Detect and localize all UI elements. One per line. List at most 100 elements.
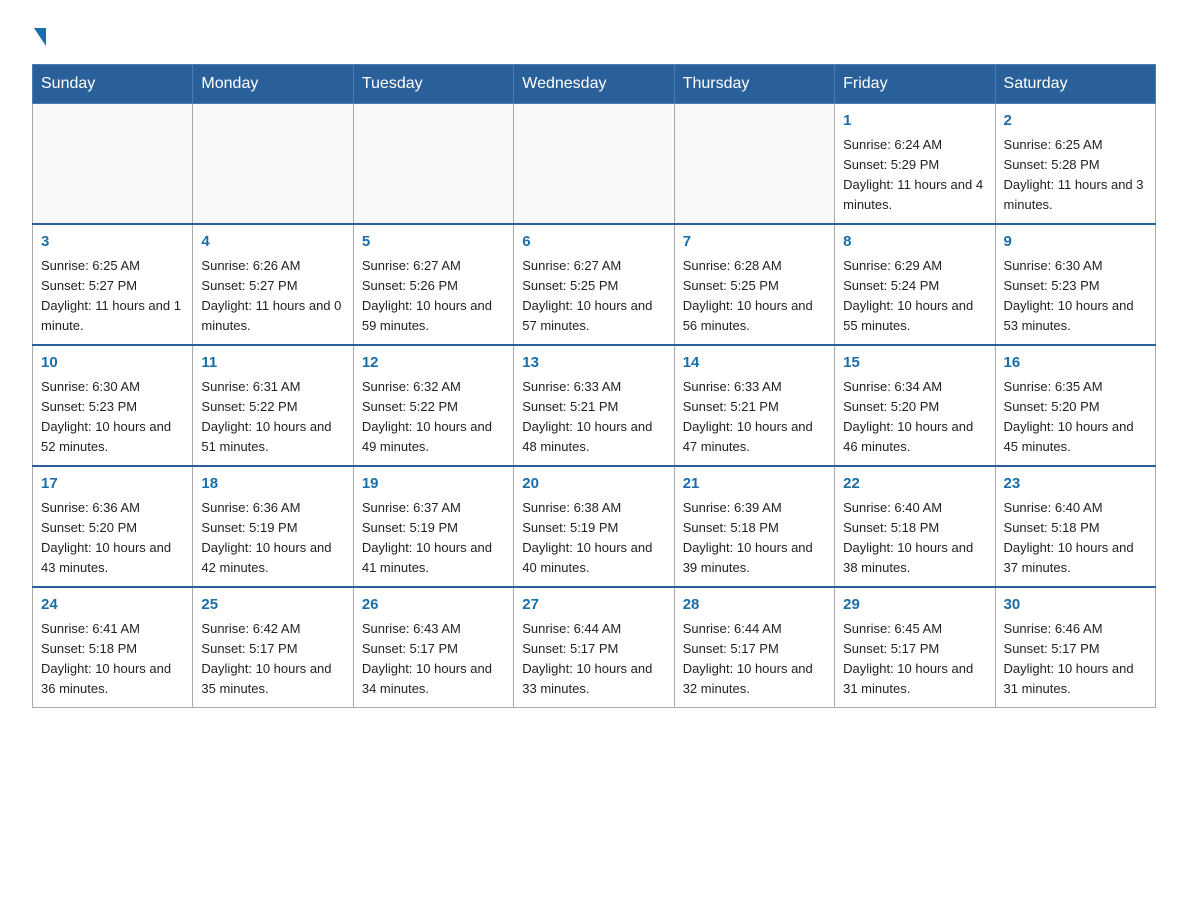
- day-info-text: Sunrise: 6:33 AM Sunset: 5:21 PM Dayligh…: [522, 377, 665, 458]
- day-of-week-header: Friday: [835, 65, 995, 104]
- calendar-cell: 10Sunrise: 6:30 AM Sunset: 5:23 PM Dayli…: [33, 345, 193, 466]
- calendar-cell: 18Sunrise: 6:36 AM Sunset: 5:19 PM Dayli…: [193, 466, 353, 587]
- calendar-cell: 23Sunrise: 6:40 AM Sunset: 5:18 PM Dayli…: [995, 466, 1155, 587]
- calendar-cell: [353, 104, 513, 225]
- calendar-cell: 26Sunrise: 6:43 AM Sunset: 5:17 PM Dayli…: [353, 587, 513, 708]
- calendar-week-row: 3Sunrise: 6:25 AM Sunset: 5:27 PM Daylig…: [33, 224, 1156, 345]
- day-info-text: Sunrise: 6:25 AM Sunset: 5:27 PM Dayligh…: [41, 256, 184, 337]
- day-of-week-header: Wednesday: [514, 65, 674, 104]
- page-header: [32, 24, 1156, 44]
- day-of-week-header: Thursday: [674, 65, 834, 104]
- calendar-cell: 20Sunrise: 6:38 AM Sunset: 5:19 PM Dayli…: [514, 466, 674, 587]
- day-number: 6: [522, 231, 665, 254]
- calendar-cell: 25Sunrise: 6:42 AM Sunset: 5:17 PM Dayli…: [193, 587, 353, 708]
- day-number: 1: [843, 110, 986, 133]
- day-info-text: Sunrise: 6:26 AM Sunset: 5:27 PM Dayligh…: [201, 256, 344, 337]
- calendar-cell: 1Sunrise: 6:24 AM Sunset: 5:29 PM Daylig…: [835, 104, 995, 225]
- day-number: 16: [1004, 352, 1147, 375]
- calendar-cell: 14Sunrise: 6:33 AM Sunset: 5:21 PM Dayli…: [674, 345, 834, 466]
- day-number: 12: [362, 352, 505, 375]
- day-info-text: Sunrise: 6:29 AM Sunset: 5:24 PM Dayligh…: [843, 256, 986, 337]
- calendar-table: SundayMondayTuesdayWednesdayThursdayFrid…: [32, 64, 1156, 708]
- calendar-cell: 21Sunrise: 6:39 AM Sunset: 5:18 PM Dayli…: [674, 466, 834, 587]
- day-number: 21: [683, 473, 826, 496]
- day-number: 2: [1004, 110, 1147, 133]
- calendar-cell: 3Sunrise: 6:25 AM Sunset: 5:27 PM Daylig…: [33, 224, 193, 345]
- day-info-text: Sunrise: 6:25 AM Sunset: 5:28 PM Dayligh…: [1004, 135, 1147, 216]
- day-info-text: Sunrise: 6:27 AM Sunset: 5:26 PM Dayligh…: [362, 256, 505, 337]
- day-info-text: Sunrise: 6:31 AM Sunset: 5:22 PM Dayligh…: [201, 377, 344, 458]
- day-number: 20: [522, 473, 665, 496]
- calendar-cell: 28Sunrise: 6:44 AM Sunset: 5:17 PM Dayli…: [674, 587, 834, 708]
- calendar-cell: [514, 104, 674, 225]
- day-number: 24: [41, 594, 184, 617]
- calendar-week-row: 1Sunrise: 6:24 AM Sunset: 5:29 PM Daylig…: [33, 104, 1156, 225]
- day-info-text: Sunrise: 6:43 AM Sunset: 5:17 PM Dayligh…: [362, 619, 505, 700]
- day-number: 22: [843, 473, 986, 496]
- calendar-cell: 17Sunrise: 6:36 AM Sunset: 5:20 PM Dayli…: [33, 466, 193, 587]
- day-info-text: Sunrise: 6:34 AM Sunset: 5:20 PM Dayligh…: [843, 377, 986, 458]
- calendar-cell: 16Sunrise: 6:35 AM Sunset: 5:20 PM Dayli…: [995, 345, 1155, 466]
- day-info-text: Sunrise: 6:39 AM Sunset: 5:18 PM Dayligh…: [683, 498, 826, 579]
- calendar-cell: 27Sunrise: 6:44 AM Sunset: 5:17 PM Dayli…: [514, 587, 674, 708]
- calendar-week-row: 24Sunrise: 6:41 AM Sunset: 5:18 PM Dayli…: [33, 587, 1156, 708]
- day-number: 10: [41, 352, 184, 375]
- day-info-text: Sunrise: 6:28 AM Sunset: 5:25 PM Dayligh…: [683, 256, 826, 337]
- day-info-text: Sunrise: 6:44 AM Sunset: 5:17 PM Dayligh…: [683, 619, 826, 700]
- day-info-text: Sunrise: 6:40 AM Sunset: 5:18 PM Dayligh…: [843, 498, 986, 579]
- day-info-text: Sunrise: 6:30 AM Sunset: 5:23 PM Dayligh…: [41, 377, 184, 458]
- day-number: 28: [683, 594, 826, 617]
- day-info-text: Sunrise: 6:30 AM Sunset: 5:23 PM Dayligh…: [1004, 256, 1147, 337]
- day-info-text: Sunrise: 6:33 AM Sunset: 5:21 PM Dayligh…: [683, 377, 826, 458]
- day-info-text: Sunrise: 6:41 AM Sunset: 5:18 PM Dayligh…: [41, 619, 184, 700]
- calendar-header-row: SundayMondayTuesdayWednesdayThursdayFrid…: [33, 65, 1156, 104]
- day-info-text: Sunrise: 6:46 AM Sunset: 5:17 PM Dayligh…: [1004, 619, 1147, 700]
- day-info-text: Sunrise: 6:38 AM Sunset: 5:19 PM Dayligh…: [522, 498, 665, 579]
- calendar-cell: [674, 104, 834, 225]
- day-of-week-header: Tuesday: [353, 65, 513, 104]
- day-info-text: Sunrise: 6:44 AM Sunset: 5:17 PM Dayligh…: [522, 619, 665, 700]
- day-info-text: Sunrise: 6:32 AM Sunset: 5:22 PM Dayligh…: [362, 377, 505, 458]
- logo-arrow-icon: [34, 28, 46, 46]
- day-info-text: Sunrise: 6:27 AM Sunset: 5:25 PM Dayligh…: [522, 256, 665, 337]
- day-info-text: Sunrise: 6:35 AM Sunset: 5:20 PM Dayligh…: [1004, 377, 1147, 458]
- day-number: 14: [683, 352, 826, 375]
- day-info-text: Sunrise: 6:37 AM Sunset: 5:19 PM Dayligh…: [362, 498, 505, 579]
- calendar-cell: 29Sunrise: 6:45 AM Sunset: 5:17 PM Dayli…: [835, 587, 995, 708]
- day-info-text: Sunrise: 6:42 AM Sunset: 5:17 PM Dayligh…: [201, 619, 344, 700]
- day-number: 13: [522, 352, 665, 375]
- calendar-cell: 2Sunrise: 6:25 AM Sunset: 5:28 PM Daylig…: [995, 104, 1155, 225]
- day-number: 18: [201, 473, 344, 496]
- calendar-cell: [193, 104, 353, 225]
- day-info-text: Sunrise: 6:40 AM Sunset: 5:18 PM Dayligh…: [1004, 498, 1147, 579]
- day-number: 4: [201, 231, 344, 254]
- calendar-cell: 30Sunrise: 6:46 AM Sunset: 5:17 PM Dayli…: [995, 587, 1155, 708]
- day-number: 7: [683, 231, 826, 254]
- calendar-cell: 24Sunrise: 6:41 AM Sunset: 5:18 PM Dayli…: [33, 587, 193, 708]
- day-of-week-header: Monday: [193, 65, 353, 104]
- logo: [32, 24, 46, 44]
- calendar-cell: 11Sunrise: 6:31 AM Sunset: 5:22 PM Dayli…: [193, 345, 353, 466]
- calendar-cell: 8Sunrise: 6:29 AM Sunset: 5:24 PM Daylig…: [835, 224, 995, 345]
- day-number: 30: [1004, 594, 1147, 617]
- calendar-week-row: 10Sunrise: 6:30 AM Sunset: 5:23 PM Dayli…: [33, 345, 1156, 466]
- calendar-week-row: 17Sunrise: 6:36 AM Sunset: 5:20 PM Dayli…: [33, 466, 1156, 587]
- calendar-cell: 6Sunrise: 6:27 AM Sunset: 5:25 PM Daylig…: [514, 224, 674, 345]
- calendar-cell: 15Sunrise: 6:34 AM Sunset: 5:20 PM Dayli…: [835, 345, 995, 466]
- calendar-cell: 13Sunrise: 6:33 AM Sunset: 5:21 PM Dayli…: [514, 345, 674, 466]
- day-info-text: Sunrise: 6:36 AM Sunset: 5:19 PM Dayligh…: [201, 498, 344, 579]
- day-info-text: Sunrise: 6:24 AM Sunset: 5:29 PM Dayligh…: [843, 135, 986, 216]
- day-number: 29: [843, 594, 986, 617]
- day-number: 9: [1004, 231, 1147, 254]
- day-of-week-header: Saturday: [995, 65, 1155, 104]
- day-number: 5: [362, 231, 505, 254]
- calendar-cell: 19Sunrise: 6:37 AM Sunset: 5:19 PM Dayli…: [353, 466, 513, 587]
- calendar-cell: 5Sunrise: 6:27 AM Sunset: 5:26 PM Daylig…: [353, 224, 513, 345]
- day-number: 17: [41, 473, 184, 496]
- day-number: 23: [1004, 473, 1147, 496]
- day-number: 11: [201, 352, 344, 375]
- day-of-week-header: Sunday: [33, 65, 193, 104]
- calendar-cell: 4Sunrise: 6:26 AM Sunset: 5:27 PM Daylig…: [193, 224, 353, 345]
- calendar-cell: 12Sunrise: 6:32 AM Sunset: 5:22 PM Dayli…: [353, 345, 513, 466]
- day-number: 27: [522, 594, 665, 617]
